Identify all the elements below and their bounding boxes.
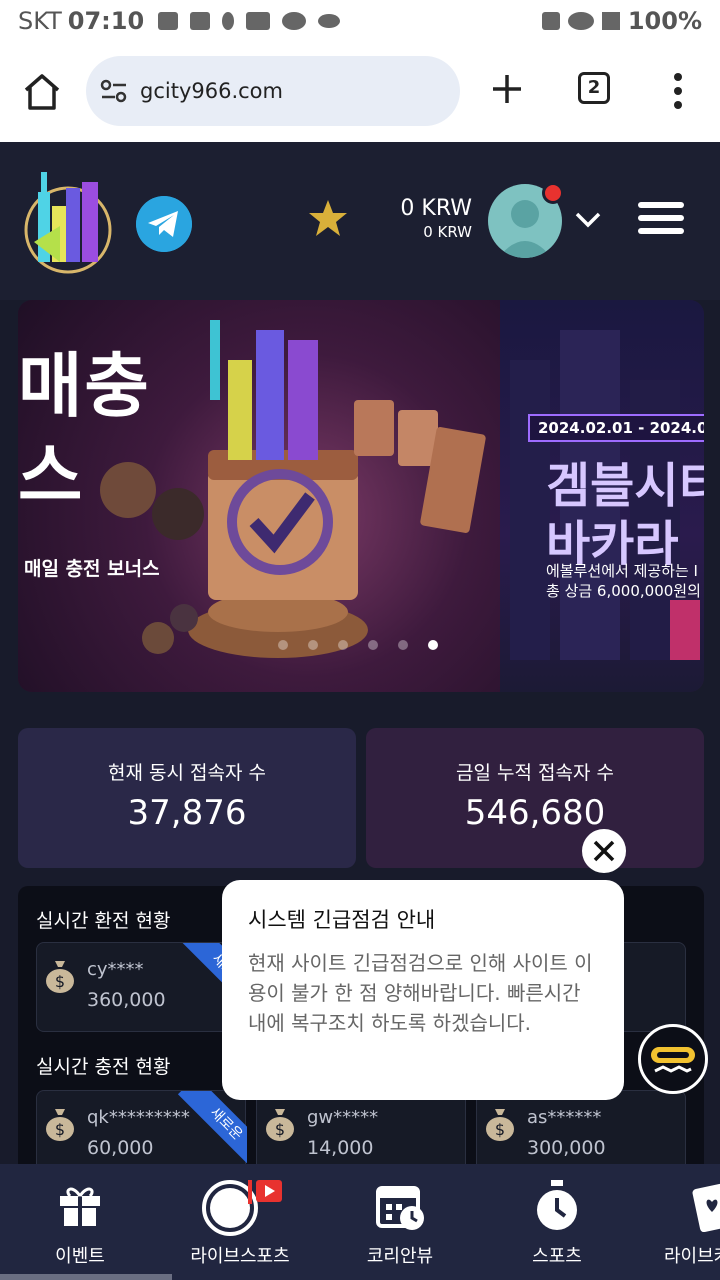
nav-label: 이벤트 (55, 1246, 105, 1267)
url-text: gcity966.com (140, 79, 283, 103)
wallet-balance[interactable]: 0 KRW 0 KRW (360, 196, 472, 241)
nav-item-live-casino[interactable]: 라이브카 (634, 1164, 720, 1280)
tab-switcher-button[interactable]: 2 (578, 72, 610, 104)
signal-icon (601, 12, 620, 30)
wifi-icon (567, 12, 594, 30)
float-badge-icon (651, 1047, 695, 1073)
telegram-icon[interactable] (136, 196, 192, 252)
check-notification-icon (158, 12, 179, 30)
baccarat-desc-line1: 에볼루션에서 제공하는 I (546, 562, 698, 580)
maintenance-popup: 시스템 긴급점검 안내 현재 사이트 긴급점검으로 인해 사이트 이용이 불가 … (222, 880, 624, 1100)
status-bar: SKT 07:10 100% (0, 0, 720, 42)
new-tab-icon[interactable] (490, 72, 524, 106)
nav-label: 라이브스포츠 (190, 1246, 290, 1267)
popup-close-button[interactable] (582, 829, 626, 873)
carousel-dot[interactable] (308, 640, 318, 650)
clock: 07:10 (67, 7, 145, 35)
close-icon (593, 840, 615, 862)
new-ribbon-wrap: 새로운 (177, 1091, 247, 1165)
app-notification-icon (222, 12, 235, 30)
carousel-dot[interactable] (368, 640, 378, 650)
popup-message: 현재 사이트 긴급점검으로 인해 사이트 이용이 불가 한 점 양해바랍니다. … (248, 951, 593, 1035)
site-settings-icon[interactable] (100, 79, 128, 103)
carousel-indicators[interactable] (278, 640, 438, 650)
charge-user: gw***** (307, 1107, 379, 1128)
home-icon[interactable] (22, 72, 62, 112)
money-bag-icon: $ (486, 1109, 514, 1141)
charge-user: qk********* (87, 1107, 190, 1128)
charge-amount: 14,000 (307, 1137, 374, 1159)
exchange-card: $ cy**** 360,000 새로운 (36, 942, 237, 1032)
banner-title-line2: 스 (18, 435, 83, 517)
banner-subtitle: 매일 충전 보너스 (24, 558, 160, 580)
address-bar[interactable]: gcity966.com (86, 56, 460, 126)
balance-main: 0 KRW (400, 196, 472, 221)
live-sports-icon (202, 1180, 282, 1236)
charge-user: as****** (527, 1107, 602, 1128)
mute-icon (541, 12, 560, 30)
banner-edge-mask (704, 300, 720, 692)
chevron-down-icon[interactable] (574, 208, 602, 232)
balance-sub: 0 KRW (423, 223, 472, 241)
notification-dot (542, 182, 564, 204)
svg-text:$: $ (55, 972, 65, 991)
event-date-range: 2024.02.01 - 2024.02 (528, 414, 720, 442)
nav-item-live-sports[interactable]: 라이브스포츠 (160, 1164, 320, 1280)
charge-amount: 300,000 (527, 1137, 606, 1159)
exchange-status-title: 실시간 환전 현황 (36, 910, 171, 932)
cumulative-users-card: 금일 누적 접속자 수 546,680 (366, 728, 704, 868)
nav-label: 코리안뷰 (366, 1246, 434, 1267)
nav-item-korean-view[interactable]: 코리안뷰 (320, 1164, 480, 1280)
popup-title: 시스템 긴급점검 안내 (248, 908, 436, 932)
nav-item-sports[interactable]: 스포츠 (480, 1164, 634, 1280)
money-bag-icon: $ (46, 961, 74, 993)
calendar-icon (376, 1186, 424, 1230)
carrier-label: SKT (18, 7, 62, 35)
money-bag-icon: $ (266, 1109, 294, 1141)
system-indicators: 100% (541, 7, 702, 35)
charge-amount: 60,000 (87, 1137, 154, 1159)
image-notification-icon (190, 12, 211, 30)
menu-icon[interactable] (638, 200, 684, 236)
cumulative-users-label: 금일 누적 접속자 수 (456, 762, 614, 784)
charge-status-title: 실시간 충전 현황 (36, 1056, 171, 1078)
concurrent-users-value: 37,876 (127, 793, 247, 833)
carousel-dot[interactable] (278, 640, 288, 650)
youtube-notification-icon (246, 12, 271, 30)
exchange-amount: 360,000 (87, 989, 166, 1011)
more-options-icon[interactable] (670, 72, 686, 110)
money-bag-icon: $ (46, 1109, 74, 1141)
notification-icons (158, 12, 341, 30)
cards-icon (692, 1183, 720, 1232)
svg-text:$: $ (55, 1120, 65, 1139)
cloud-notification-icon (318, 14, 341, 28)
carousel-dot[interactable] (338, 640, 348, 650)
site-logo[interactable] (24, 162, 116, 274)
floating-chat-button[interactable] (638, 1024, 708, 1094)
carousel-dot[interactable] (398, 640, 408, 650)
banner-title-line1: 매충 (18, 345, 151, 427)
nav-active-indicator (0, 1274, 172, 1280)
baccarat-desc-line2: 총 상금 6,000,000원의 7 (546, 582, 716, 600)
concurrent-users-label: 현재 동시 접속자 수 (108, 762, 266, 784)
gift-icon (60, 1187, 100, 1226)
nav-label: 스포츠 (532, 1246, 582, 1267)
svg-text:$: $ (495, 1120, 505, 1139)
exchange-user: cy**** (87, 959, 144, 980)
cumulative-users-value: 546,680 (464, 793, 606, 833)
browser-toolbar: gcity966.com 2 (0, 42, 720, 142)
new-badge: 새로운 (177, 1091, 247, 1165)
svg-text:$: $ (275, 1120, 285, 1139)
chat-notification-icon (282, 12, 307, 30)
carousel-dot-active[interactable] (428, 640, 438, 650)
bottom-navigation: 이벤트 라이브스포츠 코리안뷰 스포츠 라이브 (0, 1164, 720, 1280)
battery-level: 100% (627, 7, 702, 35)
favorite-star-icon[interactable] (308, 198, 348, 238)
stopwatch-icon (537, 1180, 577, 1230)
concurrent-users-card: 현재 동시 접속자 수 37,876 (18, 728, 356, 868)
nav-label: 라이브카 (664, 1246, 720, 1267)
nav-item-event[interactable]: 이벤트 (0, 1164, 160, 1280)
